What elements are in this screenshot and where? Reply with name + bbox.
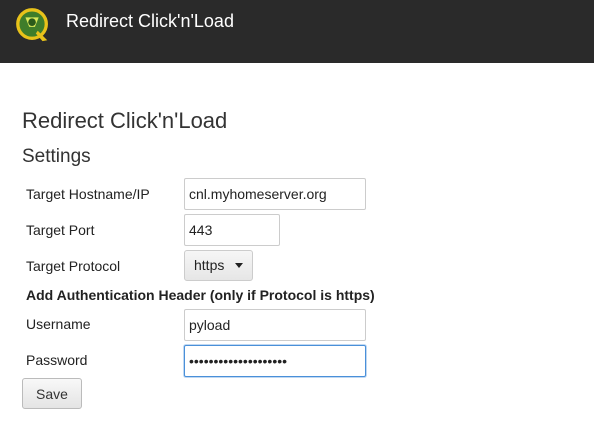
settings-heading: Settings bbox=[22, 146, 91, 167]
protocol-selected-value: https bbox=[194, 257, 225, 273]
protocol-select[interactable]: https bbox=[184, 250, 253, 281]
app-header: Redirect Click'n'Load bbox=[0, 0, 594, 63]
port-label: Target Port bbox=[26, 222, 95, 238]
username-input[interactable] bbox=[184, 309, 366, 341]
password-label: Password bbox=[26, 352, 88, 368]
hostname-input[interactable] bbox=[184, 178, 366, 210]
app-title: Redirect Click'n'Load bbox=[66, 11, 234, 31]
hostname-label: Target Hostname/IP bbox=[26, 186, 150, 202]
port-input[interactable] bbox=[184, 214, 280, 246]
save-button[interactable]: Save bbox=[22, 378, 82, 409]
chevron-down-icon bbox=[235, 263, 243, 268]
pyload-logo-icon bbox=[16, 8, 48, 42]
protocol-label: Target Protocol bbox=[26, 258, 121, 274]
auth-header-heading: Add Authentication Header (only if Proto… bbox=[26, 287, 375, 303]
page-title: Redirect Click'n'Load bbox=[22, 108, 228, 133]
password-input[interactable] bbox=[184, 345, 366, 377]
username-label: Username bbox=[26, 316, 91, 332]
